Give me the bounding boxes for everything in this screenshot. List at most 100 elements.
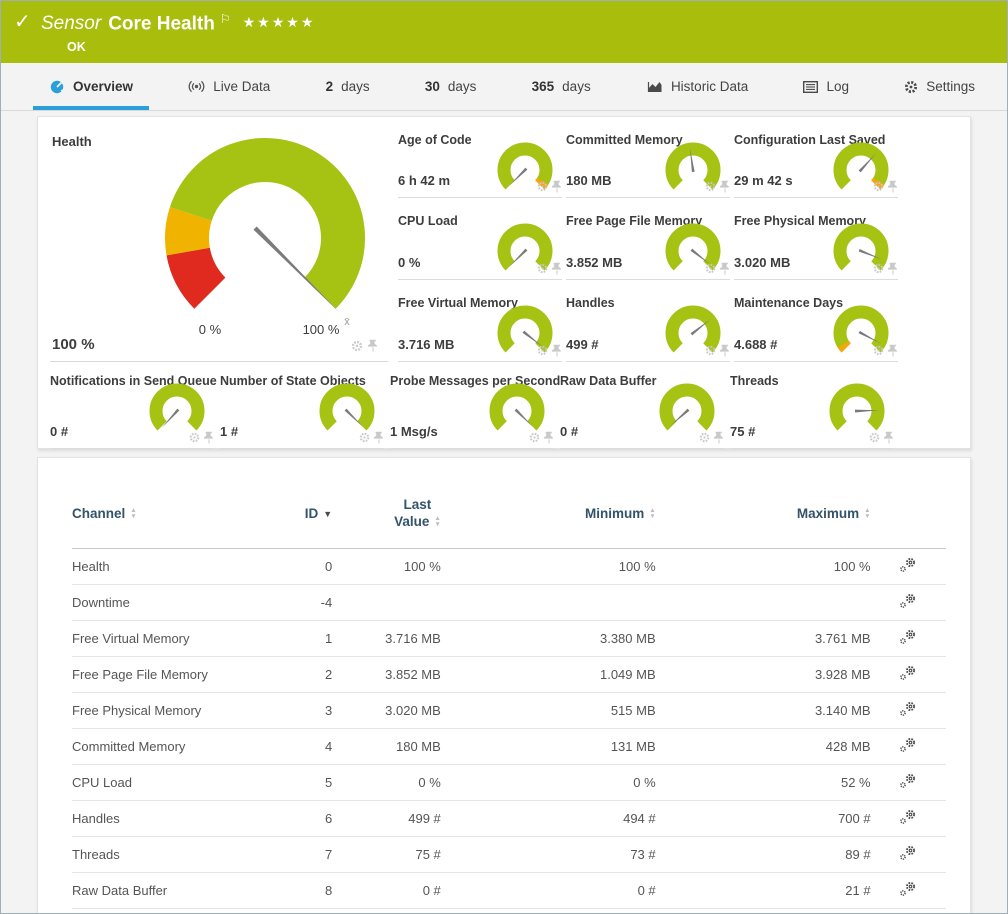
tab-30-days[interactable]: 30 days — [407, 63, 495, 110]
channel-settings-icon[interactable] — [899, 701, 917, 717]
tab-historic-data[interactable]: Historic Data — [628, 63, 766, 110]
column-header-id[interactable]: ID ▼ — [265, 480, 333, 549]
gauge-cell-committed-memory: Committed Memory 180 MB — [566, 117, 730, 198]
column-header-maximum[interactable]: Maximum ▲ ▼ — [655, 480, 871, 549]
gear-icon[interactable] — [873, 263, 884, 274]
table-row[interactable]: Free Physical Memory 3 3.020 MB 515 MB 3… — [72, 692, 946, 729]
sensor-title: Core Health — [108, 13, 215, 35]
cell-last-value: 3.716 MB — [332, 620, 441, 657]
table-row[interactable]: Free Virtual Memory 1 3.716 MB 3.380 MB … — [72, 620, 946, 657]
pin-icon[interactable] — [552, 180, 562, 193]
tab-log[interactable]: Log — [785, 63, 867, 110]
priority-stars[interactable]: ★★★★★ — [243, 14, 316, 30]
gauge-icon — [49, 80, 65, 94]
gauge-dial — [146, 380, 208, 438]
tab-settings[interactable]: Settings — [886, 63, 993, 110]
gear-icon — [904, 80, 918, 94]
pin-icon[interactable] — [888, 262, 898, 275]
tab-365-days[interactable]: 365 days — [514, 63, 609, 110]
table-row[interactable]: Health 0 100 % 100 % 100 % — [72, 548, 946, 585]
gauge-value: 0 % — [398, 255, 421, 270]
pin-icon[interactable] — [888, 344, 898, 357]
table-row[interactable]: Raw Data Buffer 8 0 # 0 # 21 # — [72, 872, 946, 909]
channels-table-panel: Channel ▲ ▼ ID ▼ Last Value ▲ ▼ Minimum ▲ ▼ — [37, 457, 971, 913]
gauge-cell-threads: Threads 75 # — [730, 362, 894, 449]
table-row[interactable]: Threads 7 75 # 73 # 89 # — [72, 836, 946, 873]
cell-minimum: 494 # — [440, 800, 656, 837]
gauge-cell-probe-messages-per-second: Probe Messages per Second 1 Msg/s — [390, 362, 560, 449]
column-header-minimum[interactable]: Minimum ▲ ▼ — [440, 480, 656, 549]
channel-settings-icon[interactable] — [899, 881, 917, 897]
gear-icon[interactable] — [189, 432, 200, 443]
gear-icon[interactable] — [873, 345, 884, 356]
gear-icon[interactable] — [869, 432, 880, 443]
table-row[interactable]: CPU Load 5 0 % 0 % 52 % — [72, 764, 946, 801]
gauge-cell-raw-data-buffer: Raw Data Buffer 0 # — [560, 362, 724, 449]
object-kind-label: Sensor — [41, 13, 102, 35]
pin-icon[interactable] — [720, 180, 730, 193]
gear-icon[interactable] — [351, 340, 363, 352]
channel-settings-icon[interactable] — [899, 629, 917, 645]
cell-channel: Health — [72, 548, 266, 585]
cell-maximum: 428 MB — [655, 728, 871, 765]
cell-channel: Raw Data Buffer — [72, 872, 266, 909]
channel-settings-icon[interactable] — [899, 845, 917, 861]
gear-icon[interactable] — [529, 432, 540, 443]
sort-icon: ▲ ▼ — [130, 506, 137, 520]
gauge-value: 75 # — [730, 424, 756, 439]
pin-icon[interactable] — [888, 180, 898, 193]
table-row[interactable]: Committed Memory 4 180 MB 131 MB 428 MB — [72, 728, 946, 765]
sort-icon: ▲ ▼ — [864, 506, 871, 520]
channel-settings-icon[interactable] — [899, 557, 917, 573]
tab-2-days[interactable]: 2 days — [308, 63, 388, 110]
pin-icon[interactable] — [552, 344, 562, 357]
gauge-value: 29 m 42 s — [734, 173, 793, 188]
gear-icon[interactable] — [537, 263, 548, 274]
mini-gauge-row: Notifications in Send Queue 0 # Number o… — [50, 362, 958, 449]
channel-settings-icon[interactable] — [899, 809, 917, 825]
pin-icon[interactable] — [544, 431, 554, 444]
gauge-value: 3.716 MB — [398, 337, 455, 352]
health-gauge-cell: Health x̄ 0 % 100 % 100 % — [50, 117, 388, 362]
gauge-min-label: 0 % — [199, 322, 222, 337]
pin-icon[interactable] — [714, 431, 724, 444]
column-header-channel[interactable]: Channel ▲ ▼ — [72, 480, 266, 549]
table-row[interactable]: Free Page File Memory 2 3.852 MB 1.049 M… — [72, 656, 946, 693]
cell-channel: Free Virtual Memory — [72, 620, 266, 657]
gear-icon[interactable] — [699, 432, 710, 443]
pin-icon[interactable] — [720, 344, 730, 357]
gear-icon[interactable] — [359, 432, 370, 443]
tab-overview[interactable]: Overview — [31, 63, 151, 110]
gauge-title: CPU Load — [398, 214, 458, 228]
pin-icon[interactable] — [374, 431, 384, 444]
channel-settings-icon[interactable] — [899, 665, 917, 681]
sort-desc-icon: ▼ — [323, 508, 333, 519]
main-content: Health x̄ 0 % 100 % 100 % Age of Code 6 … — [1, 111, 1007, 913]
cell-minimum: 3.380 MB — [440, 620, 656, 657]
pin-icon[interactable] — [552, 262, 562, 275]
column-header-last-value[interactable]: Last Value ▲ ▼ — [332, 480, 441, 549]
sort-icon: ▲ ▼ — [434, 515, 441, 529]
gear-icon[interactable] — [537, 181, 548, 192]
channel-settings-icon[interactable] — [899, 737, 917, 753]
pin-icon[interactable] — [720, 262, 730, 275]
gear-icon[interactable] — [537, 345, 548, 356]
gear-icon[interactable] — [705, 263, 716, 274]
gear-icon[interactable] — [705, 181, 716, 192]
tab-live-data[interactable]: Live Data — [170, 63, 288, 110]
table-row[interactable]: Handles 6 499 # 494 # 700 # — [72, 800, 946, 837]
gear-icon[interactable] — [873, 181, 884, 192]
cell-channel: Threads — [72, 836, 266, 873]
gauge-cell-free-virtual-memory: Free Virtual Memory 3.716 MB — [398, 280, 562, 362]
pin-icon[interactable] — [884, 431, 894, 444]
gear-icon[interactable] — [705, 345, 716, 356]
cell-maximum: 21 # — [655, 872, 871, 909]
table-row[interactable]: Downtime -4 — [72, 584, 946, 621]
cell-minimum: 0 # — [440, 872, 656, 909]
channel-settings-icon[interactable] — [899, 773, 917, 789]
pin-icon[interactable] — [368, 339, 378, 352]
pin-icon[interactable] — [204, 431, 214, 444]
cell-maximum: 100 % — [655, 548, 871, 585]
channel-settings-icon[interactable] — [899, 593, 917, 609]
flag-icon[interactable]: ⚐ — [220, 12, 231, 26]
